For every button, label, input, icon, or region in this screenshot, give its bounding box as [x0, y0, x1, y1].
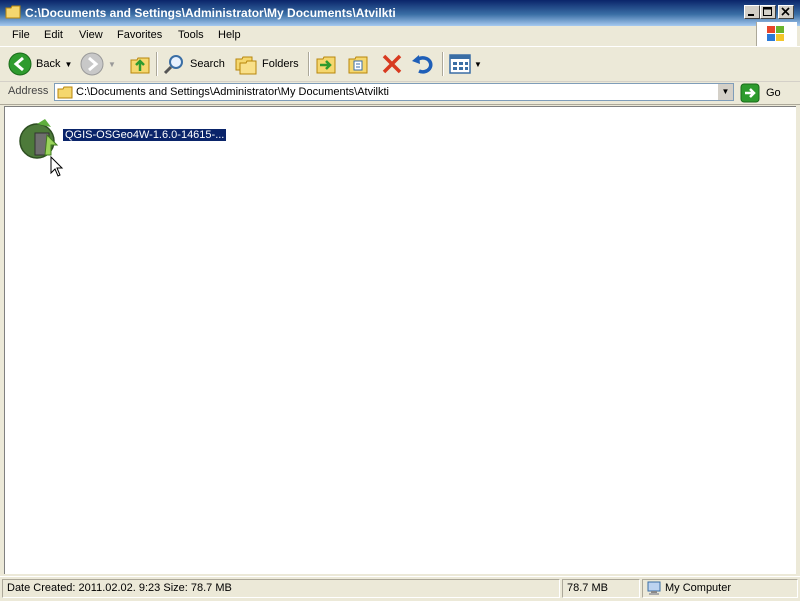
my-computer-icon	[647, 581, 661, 595]
file-list-pane[interactable]: QGIS-OSGeo4W-1.6.0-14615-...	[4, 106, 796, 574]
explorer-window: C:\Documents and Settings\Administrator\…	[0, 0, 800, 601]
status-details: Date Created: 2011.02.02. 9:23 Size: 78.…	[2, 579, 560, 598]
close-icon	[781, 7, 790, 16]
maximize-icon	[763, 7, 772, 16]
forward-button[interactable]: ▼	[80, 52, 116, 76]
move-to-button[interactable]	[314, 52, 338, 76]
go-arrow-icon	[740, 83, 760, 103]
menu-view[interactable]: View	[77, 29, 105, 41]
forward-dropdown-icon[interactable]: ▼	[108, 60, 116, 69]
status-zone: My Computer	[642, 579, 798, 598]
close-button[interactable]	[778, 5, 794, 19]
back-button[interactable]: Back ▼	[8, 52, 72, 76]
back-dropdown-icon[interactable]: ▼	[64, 60, 72, 69]
address-dropdown-button[interactable]: ▼	[717, 84, 733, 100]
search-button[interactable]: Search	[162, 52, 225, 76]
views-button[interactable]: ▼	[448, 52, 482, 76]
folder-up-icon	[130, 57, 150, 74]
status-bar: Date Created: 2011.02.02. 9:23 Size: 78.…	[0, 576, 800, 601]
back-arrow-icon	[8, 52, 32, 76]
views-dropdown-icon[interactable]: ▼	[474, 60, 482, 69]
window-title: C:\Documents and Settings\Administrator\…	[25, 6, 396, 20]
delete-x-icon	[382, 54, 402, 74]
address-path: C:\Documents and Settings\Administrator\…	[76, 86, 390, 98]
address-input[interactable]: C:\Documents and Settings\Administrator\…	[54, 83, 734, 101]
address-bar: Address C:\Documents and Settings\Admini…	[0, 82, 800, 105]
menu-favorites[interactable]: Favorites	[115, 29, 164, 41]
forward-arrow-icon	[80, 52, 104, 76]
menu-bar: File Edit View Favorites Tools Help	[0, 26, 800, 47]
folders-label: Folders	[262, 58, 299, 70]
maximize-button[interactable]	[760, 5, 776, 19]
file-name[interactable]: QGIS-OSGeo4W-1.6.0-14615-...	[61, 128, 228, 142]
folder-icon	[5, 5, 21, 19]
undo-button[interactable]	[410, 52, 434, 76]
copy-to-button[interactable]	[346, 52, 370, 76]
address-label: Address	[8, 85, 49, 97]
status-zone-label: My Computer	[665, 582, 732, 594]
move-to-folder-icon	[316, 56, 336, 74]
menu-help[interactable]: Help	[216, 29, 243, 41]
delete-button[interactable]	[380, 52, 404, 76]
folders-icon	[235, 56, 257, 75]
go-button[interactable]: Go	[740, 83, 781, 103]
minimize-button[interactable]	[744, 5, 760, 19]
menu-tools[interactable]: Tools	[176, 29, 206, 41]
up-button[interactable]	[128, 52, 152, 76]
copy-to-folder-icon	[348, 56, 368, 74]
mouse-cursor-icon	[50, 156, 64, 177]
windows-logo	[756, 22, 797, 46]
go-label: Go	[766, 87, 781, 99]
views-icon	[449, 54, 471, 74]
folders-button[interactable]: Folders	[234, 52, 299, 76]
search-label: Search	[190, 58, 225, 70]
minimize-icon	[748, 14, 754, 16]
title-bar[interactable]: C:\Documents and Settings\Administrator\…	[0, 0, 800, 26]
status-size: 78.7 MB	[562, 579, 640, 598]
file-item[interactable]: QGIS-OSGeo4W-1.6.0-14615-...	[17, 115, 228, 165]
menu-edit[interactable]: Edit	[42, 29, 65, 41]
search-icon	[163, 55, 183, 75]
back-label: Back	[36, 58, 61, 70]
folder-icon	[57, 86, 73, 99]
standard-toolbar: Back ▼ ▼ Search Folders ▼	[0, 47, 800, 82]
menu-file[interactable]: File	[10, 29, 32, 41]
toolbar-separator	[156, 52, 158, 76]
toolbar-separator	[308, 52, 310, 76]
toolbar-separator	[442, 52, 444, 76]
windows-flag-icon	[767, 26, 784, 41]
undo-icon	[412, 55, 433, 74]
